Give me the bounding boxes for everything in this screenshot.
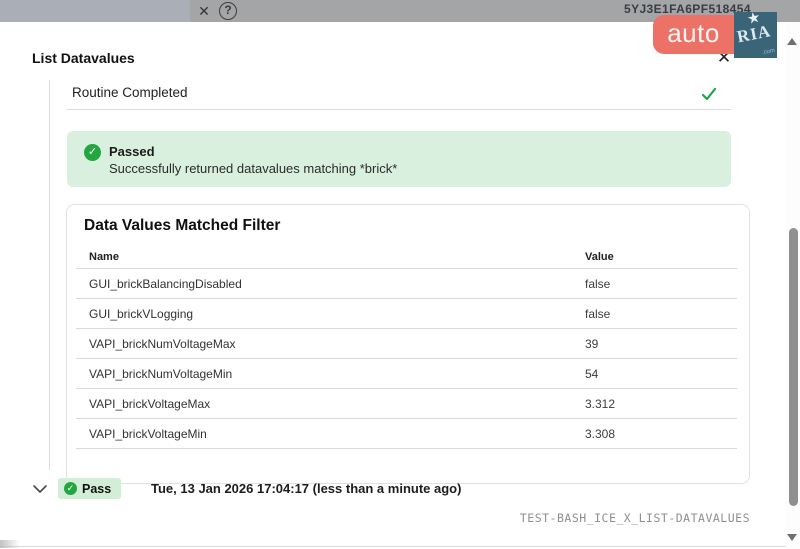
pass-status-badge: ✓ Pass [58,478,121,499]
table-row: VAPI_brickNumVoltageMax 39 [76,329,737,359]
topbar-left-segment [0,0,190,22]
row-name: VAPI_brickNumVoltageMax [89,337,236,351]
check-icon [699,84,719,104]
scrollbar-thumb[interactable] [789,228,798,506]
ria-logo-block: ★ RIA .com [734,12,777,58]
passed-label: Passed [109,144,155,159]
table-row: VAPI_brickVoltageMin 3.308 [76,419,737,449]
column-header-name: Name [89,251,119,263]
list-datavalues-modal: List Datavalues ✕ Routine Completed ✓ Pa… [0,22,800,549]
scroll-up-arrow[interactable] [787,38,797,45]
passed-message: Successfully returned datavalues matchin… [109,161,397,176]
circle-check-icon: ✓ [64,482,77,495]
bottom-divider [0,546,800,547]
autoria-watermark: auto ★ RIA .com [653,12,777,58]
screen: ✕ ? 5YJ3E1FA6PF518454 List Datavalues ✕ … [0,0,800,549]
row-value: false [585,307,610,321]
row-name: VAPI_brickVoltageMax [89,397,210,411]
passed-result-banner: ✓ Passed Successfully returned datavalue… [67,131,731,187]
modal-title: List Datavalues [32,50,135,66]
ria-com-label: .com [762,48,776,56]
table-header-row: Name Value [76,245,737,269]
row-name: GUI_brickBalancingDisabled [89,277,242,291]
routine-status-label: Routine Completed [72,85,188,100]
row-value: 39 [585,337,598,351]
bottom-edge-artifact [0,540,20,548]
tab-close-icon[interactable]: ✕ [194,1,214,21]
ria-logo-text: RIA [735,21,776,48]
table-row: VAPI_brickNumVoltageMin 54 [76,359,737,389]
row-name: VAPI_brickNumVoltageMin [89,367,232,381]
card-title: Data Values Matched Filter [84,217,280,235]
table-row: GUI_brickVLogging false [76,299,737,329]
row-name: GUI_brickVLogging [89,307,193,321]
row-value: 3.308 [585,427,615,441]
row-value: false [585,277,610,291]
column-header-value: Value [585,251,614,263]
page-scrollbar[interactable] [786,22,800,549]
table-row: VAPI_brickVoltageMax 3.312 [76,389,737,419]
circle-check-icon: ✓ [84,144,101,161]
help-icon[interactable]: ? [219,2,237,20]
history-timestamp: Tue, 13 Jan 2026 17:04:17 (less than a m… [151,481,461,496]
table-row: GUI_brickBalancingDisabled false [76,269,737,299]
row-name: VAPI_brickVoltageMin [89,427,207,441]
data-values-card: Data Values Matched Filter Name Value GU… [66,204,750,484]
data-values-table: Name Value GUI_brickBalancingDisabled fa… [76,245,737,449]
scroll-down-arrow[interactable] [787,534,797,541]
content-left-border [49,80,50,470]
pass-badge-label: Pass [82,482,111,496]
auto-logo-block: auto [653,15,734,54]
row-value: 3.312 [585,397,615,411]
routine-status-row: Routine Completed [67,80,731,110]
row-value: 54 [585,367,598,381]
chevron-down-icon[interactable] [32,482,48,500]
test-history-row[interactable]: ✓ Pass Tue, 13 Jan 2026 17:04:17 (less t… [32,478,732,504]
test-id-label: TEST-BASH_ICE_X_LIST-DATAVALUES [0,511,750,525]
